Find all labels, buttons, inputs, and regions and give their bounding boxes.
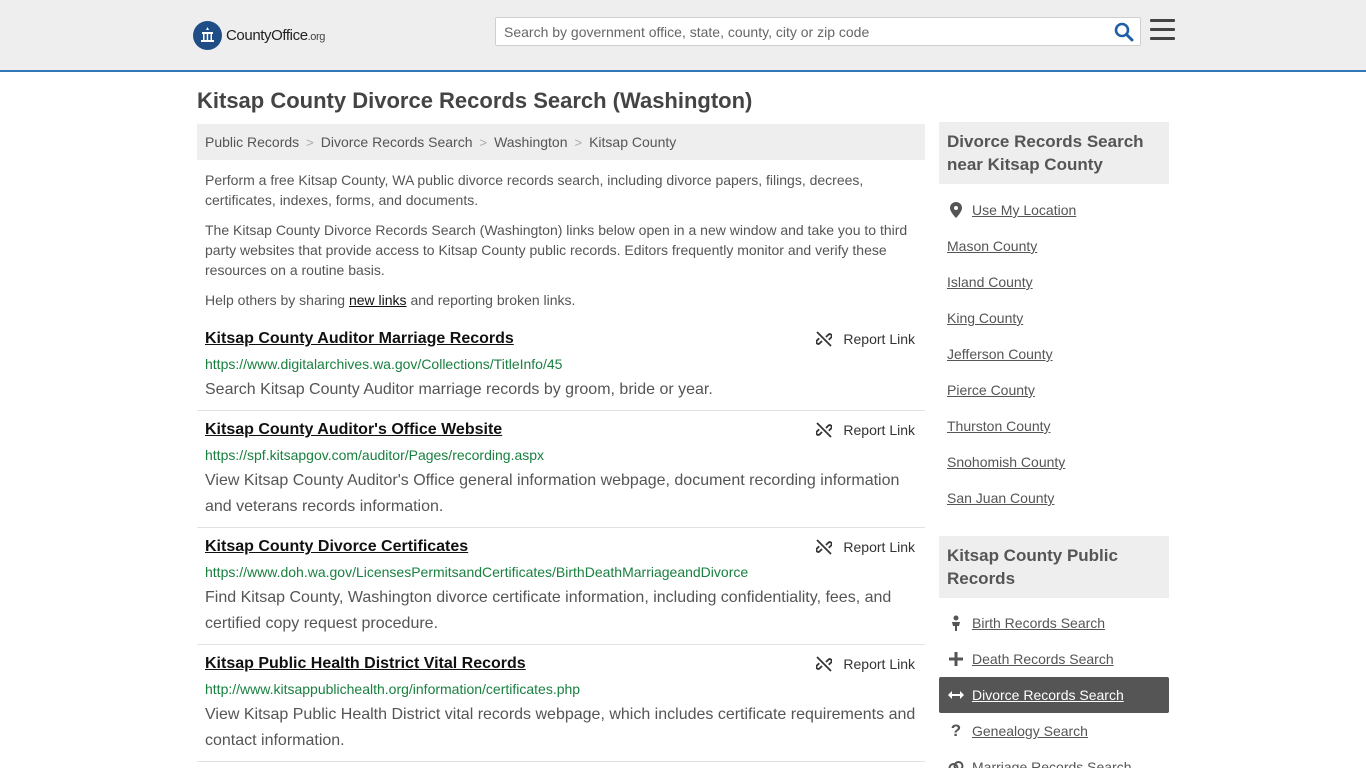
result-url: https://spf.kitsapgov.com/auditor/Pages/… [205,447,545,463]
result-title-link[interactable]: Kitsap Public Health District Vital Reco… [205,655,526,673]
search-icon[interactable] [1114,22,1134,42]
breadcrumb-item-divorce-records[interactable]: Divorce Records Search [321,134,473,150]
breadcrumb-item-kitsap-county[interactable]: Kitsap County [589,134,676,150]
sidebar-item-birth-records[interactable]: Birth Records Search [939,605,1169,641]
result-title-link[interactable]: Kitsap County Auditor Marriage Records [205,330,514,348]
chevron-right-icon: > [574,134,583,150]
nearby-county-link[interactable]: San Juan County [947,490,1054,506]
intro-paragraph-3: Help others by sharing new links and rep… [205,292,576,308]
broken-link-icon [816,331,833,347]
nearby-county-link[interactable]: Mason County [947,238,1037,254]
hamburger-menu-icon[interactable] [1150,19,1175,41]
result-description: View Kitsap County Auditor's Office gene… [205,472,900,515]
result-item: Kitsap County Auditor Marriage Records R… [197,330,925,411]
nearby-heading: Divorce Records Search near Kitsap Count… [939,122,1169,184]
result-title-link[interactable]: Kitsap County Auditor's Office Website [205,421,502,439]
sidebar-item-death-records[interactable]: Death Records Search [939,641,1169,677]
result-url: http://www.kitsappublichealth.org/inform… [205,681,581,697]
person-icon [948,615,964,631]
broken-link-icon [816,422,833,438]
logo-tld-text: .org [307,30,326,43]
nearby-county-link[interactable]: Snohomish County [947,454,1065,470]
rings-icon [948,760,964,768]
chevron-right-icon: > [479,134,488,150]
report-link-button[interactable]: Report Link [816,422,915,438]
result-url: https://www.digitalarchives.wa.gov/Colle… [205,356,563,372]
result-title-link[interactable]: Kitsap County Divorce Certificates [205,538,468,556]
chevron-right-icon: > [306,134,314,150]
sidebar-item-divorce-records[interactable]: Divorce Records Search [939,677,1169,713]
nearby-county-link[interactable]: Island County [947,274,1033,290]
use-my-location-link[interactable]: Use My Location [939,192,1169,228]
breadcrumb-item-public-records[interactable]: Public Records [205,134,299,150]
nearby-county-link[interactable]: King County [947,310,1023,326]
nearby-county-link[interactable]: Pierce County [947,382,1035,398]
result-item: Kitsap County Divorce Certificates Repor… [197,538,925,645]
broken-link-icon [816,656,833,672]
broken-link-icon [816,539,833,555]
intro-paragraph-2: The Kitsap County Divorce Records Search… [205,222,908,278]
page-title: Kitsap County Divorce Records Search (Wa… [197,88,753,113]
new-links-link[interactable]: new links [349,292,407,308]
search-input[interactable] [496,18,1106,45]
report-link-button[interactable]: Report Link [816,656,915,672]
cross-icon [948,652,964,666]
intro-paragraph-1: Perform a free Kitsap County, WA public … [205,172,864,208]
question-icon: ? [950,721,962,740]
result-url: https://www.doh.wa.gov/LicensesPermitsan… [205,564,749,580]
site-header: CountyOffice.org [0,0,1366,72]
result-item: Kitsap County Auditor's Office Website R… [197,421,925,528]
search-bar [495,17,1141,46]
result-description: View Kitsap Public Health District vital… [205,706,916,749]
nearby-county-link[interactable]: Thurston County [947,418,1051,434]
site-logo[interactable]: CountyOffice.org [193,20,325,50]
breadcrumb-item-washington[interactable]: Washington [494,134,567,150]
public-records-heading: Kitsap County Public Records [939,536,1169,598]
report-link-button[interactable]: Report Link [816,331,915,347]
capitol-logo-icon [193,20,222,50]
map-pin-icon [948,202,964,218]
result-description: Find Kitsap County, Washington divorce c… [205,589,892,632]
arrows-icon [948,690,964,700]
sidebar-item-marriage-records[interactable]: Marriage Records Search [939,749,1169,768]
report-link-button[interactable]: Report Link [816,539,915,555]
sidebar-item-genealogy[interactable]: ? Genealogy Search [939,713,1169,749]
nearby-county-link[interactable]: Jefferson County [947,346,1053,362]
logo-main-text: CountyOffice [226,26,308,44]
breadcrumb: Public Records > Divorce Records Search … [197,124,925,160]
result-description: Search Kitsap County Auditor marriage re… [205,381,713,398]
result-item: Kitsap Public Health District Vital Reco… [197,655,925,762]
